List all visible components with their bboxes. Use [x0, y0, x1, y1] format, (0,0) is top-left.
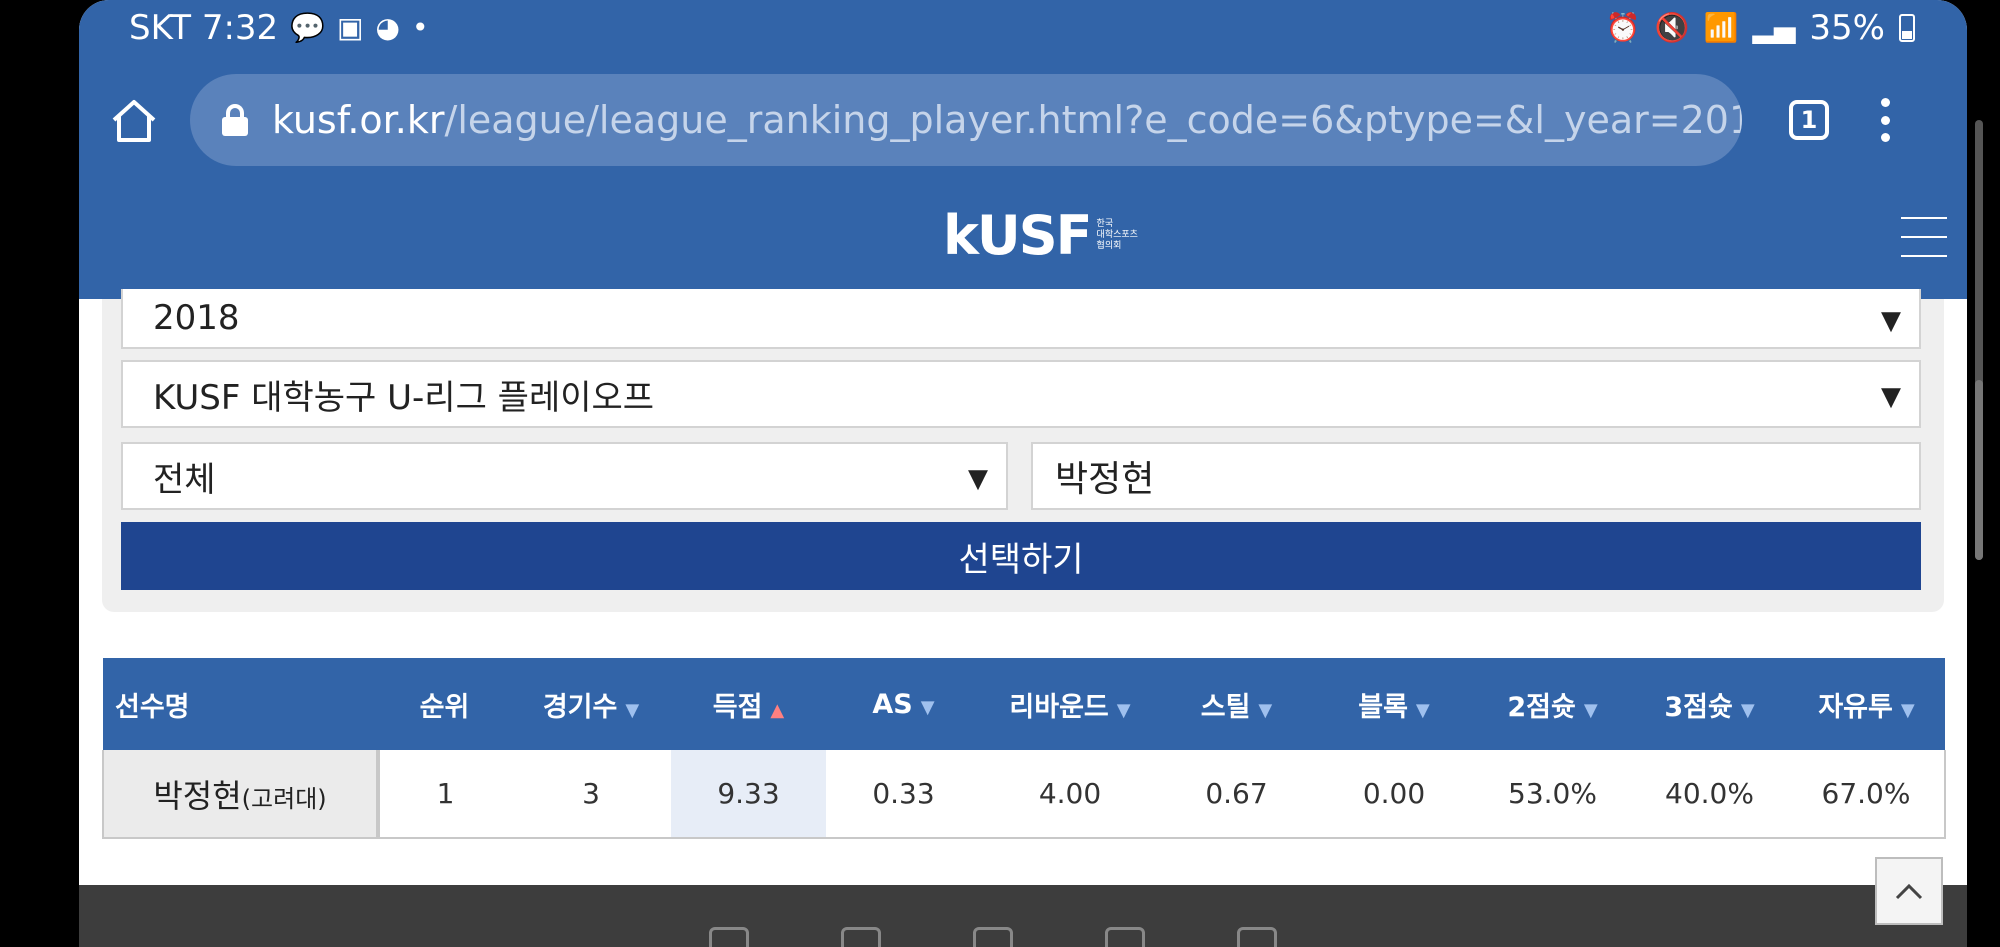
- home-icon[interactable]: [109, 96, 159, 146]
- sort-down-icon: ▼: [1415, 699, 1430, 721]
- dropdown-arrow-icon: ▼: [1881, 306, 1901, 336]
- points-cell: 9.33: [671, 750, 826, 839]
- youtube-icon[interactable]: [973, 927, 1013, 947]
- sort-down-icon: ▼: [1740, 699, 1755, 721]
- submit-button[interactable]: 선택하기: [121, 522, 1921, 590]
- blocks-cell: 0.00: [1314, 750, 1474, 839]
- reddit-icon: ◕: [375, 11, 400, 44]
- site-header: kUSF 한국 대학스포츠 협의회: [79, 182, 1967, 299]
- rank-cell: 1: [378, 750, 511, 839]
- talk-icon: 💬: [290, 11, 326, 44]
- sort-down-icon: ▼: [1583, 699, 1598, 721]
- player-name-cell[interactable]: 박정현(고려대): [102, 750, 380, 839]
- blog-icon[interactable]: [1105, 927, 1145, 947]
- year-select[interactable]: 2018 ▼: [121, 289, 1921, 349]
- social-icons: [709, 927, 1277, 947]
- type-value: 전체: [153, 459, 216, 500]
- sort-down-icon: ▼: [625, 699, 640, 721]
- address-bar[interactable]: kusf.or.kr/league/league_ranking_player.…: [190, 74, 1742, 166]
- battery-level: 35%: [1809, 8, 1885, 48]
- facebook-icon[interactable]: [709, 927, 749, 947]
- player-name-input[interactable]: [1031, 442, 1921, 510]
- logo-subtitle: 한국 대학스포츠 협의회: [1097, 219, 1138, 252]
- status-left: SKT 7:32 💬 ▣ ◕ •: [129, 8, 428, 48]
- header-rebounds[interactable]: 리바운드 ▼: [981, 658, 1159, 750]
- table-row: 박정현(고려대) 1 3 9.33 0.33 4.00 0.67 0.00 53…: [102, 750, 1946, 839]
- games-cell: 3: [511, 750, 671, 839]
- sort-down-icon: ▼: [1258, 699, 1273, 721]
- logo-sub-line: 협의회: [1096, 241, 1122, 251]
- hamburger-menu-icon[interactable]: [1901, 217, 1947, 257]
- rebounds-cell: 4.00: [981, 750, 1159, 839]
- three-point-cell: 40.0%: [1631, 750, 1788, 839]
- status-bar: SKT 7:32 💬 ▣ ◕ • ⏰ 🔇 📶 ▂▄ 35%: [79, 0, 1967, 58]
- header-points[interactable]: 득점 ▲: [671, 658, 826, 750]
- url-path: /league/league_ranking_player.html?e_cod…: [444, 98, 1742, 142]
- signal-icon: ▂▄: [1752, 11, 1796, 44]
- sort-down-icon: ▼: [1116, 699, 1131, 721]
- wifi-icon: 📶: [1703, 11, 1739, 44]
- header-free-throw[interactable]: 자유투 ▼: [1788, 658, 1945, 750]
- lock-icon: [222, 104, 248, 136]
- sort-down-icon: ▼: [1900, 699, 1915, 721]
- league-select[interactable]: KUSF 대학농구 U-리그 플레이오프 ▼: [121, 360, 1921, 428]
- sort-down-icon: ▼: [920, 696, 935, 718]
- ranking-table: 선수명 순위 경기수 ▼ 득점 ▲ AS ▼ 리바운드 ▼ 스틸 ▼ 블록 ▼ 2점슛 ▼ 3…: [102, 658, 1946, 839]
- instagram-icon[interactable]: [841, 927, 881, 947]
- alarm-icon: ⏰: [1605, 11, 1641, 44]
- logo-sub-line: 한국: [1096, 219, 1114, 229]
- scrollbar-thumb[interactable]: [1975, 380, 1983, 560]
- url-host: kusf.or.kr: [272, 98, 445, 142]
- image-icon: ▣: [337, 11, 364, 44]
- browser-toolbar: kusf.or.kr/league/league_ranking_player.…: [79, 58, 1967, 182]
- scroll-to-top-button[interactable]: [1875, 857, 1943, 925]
- table-header-row: 선수명 순위 경기수 ▼ 득점 ▲ AS ▼ 리바운드 ▼ 스틸 ▼ 블록 ▼ 2점슛 ▼ 3…: [103, 658, 1945, 750]
- free-throw-cell: 67.0%: [1788, 750, 1946, 839]
- dot-icon: •: [411, 11, 429, 44]
- header-games[interactable]: 경기수 ▼: [511, 658, 671, 750]
- header-two-point[interactable]: 2점슛 ▼: [1474, 658, 1631, 750]
- emblem-icon[interactable]: [1237, 927, 1277, 947]
- phone-screen: SKT 7:32 💬 ▣ ◕ • ⏰ 🔇 📶 ▂▄ 35% kusf.or.kr…: [79, 0, 1967, 947]
- header-player-name: 선수명: [103, 658, 378, 750]
- tab-switcher-button[interactable]: 1: [1789, 100, 1829, 140]
- dropdown-arrow-icon: ▼: [1881, 382, 1901, 412]
- sort-up-icon: ▲: [770, 699, 785, 721]
- carrier-time: SKT 7:32: [129, 8, 279, 48]
- year-value: 2018: [153, 298, 240, 338]
- league-value: KUSF 대학농구 U-리그 플레이오프: [153, 377, 655, 418]
- status-right: ⏰ 🔇 📶 ▂▄ 35%: [1606, 8, 1915, 48]
- battery-icon: [1899, 14, 1915, 42]
- header-three-point[interactable]: 3점슛 ▼: [1631, 658, 1788, 750]
- chevron-up-icon: [1895, 883, 1923, 900]
- two-point-cell: 53.0%: [1474, 750, 1631, 839]
- mute-icon: 🔇: [1654, 11, 1690, 44]
- header-blocks[interactable]: 블록 ▼: [1314, 658, 1474, 750]
- header-assists[interactable]: AS ▼: [826, 658, 981, 750]
- site-footer: [79, 885, 1967, 947]
- header-rank: 순위: [378, 658, 511, 750]
- dropdown-arrow-icon: ▼: [968, 464, 988, 494]
- logo-text: kUSF: [943, 204, 1093, 267]
- header-steals[interactable]: 스틸 ▼: [1159, 658, 1314, 750]
- kusf-logo[interactable]: kUSF 한국 대학스포츠 협의회: [943, 204, 1138, 267]
- logo-sub-line: 대학스포츠: [1096, 230, 1138, 240]
- steals-cell: 0.67: [1159, 750, 1314, 839]
- type-select[interactable]: 전체 ▼: [121, 442, 1008, 510]
- assists-cell: 0.33: [826, 750, 981, 839]
- filter-form: 2018 ▼ KUSF 대학농구 U-리그 플레이오프 ▼ 전체 ▼ 선택하기: [102, 289, 1944, 612]
- browser-menu-icon[interactable]: [1879, 98, 1891, 142]
